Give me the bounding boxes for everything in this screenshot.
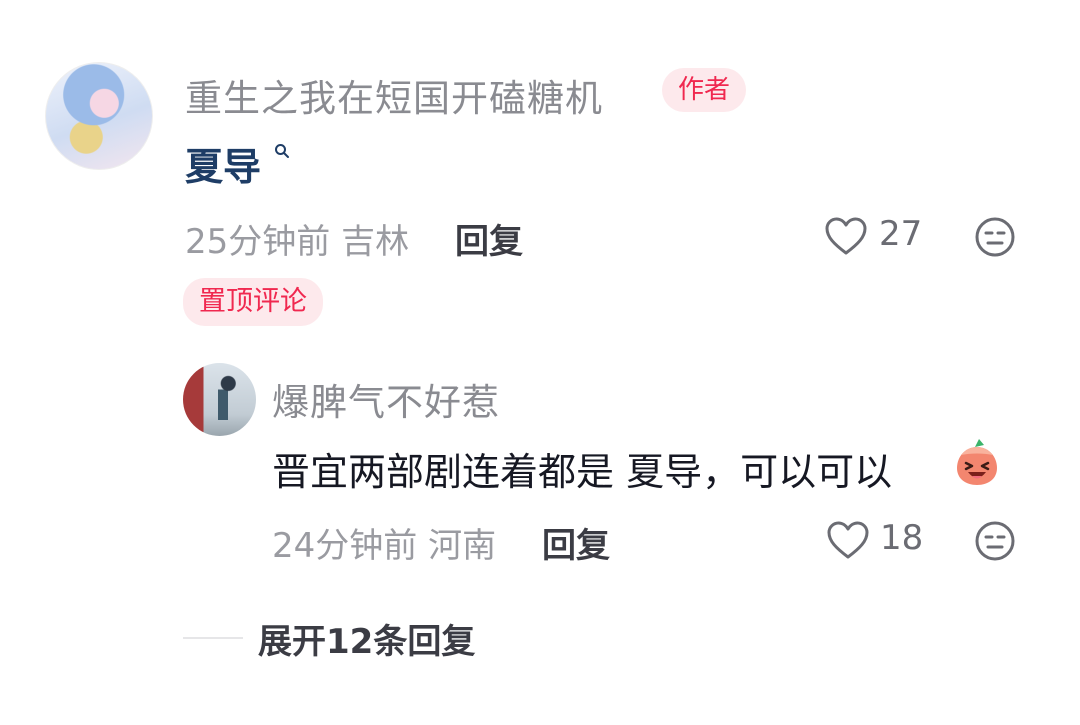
search-icon[interactable] (274, 143, 290, 159)
reply-username[interactable]: 爆脾气不好惹 (272, 372, 500, 426)
laughing-emoji-icon (953, 437, 1001, 487)
avatar[interactable] (45, 62, 153, 170)
reply-location: 河南 (428, 526, 497, 566)
reply-meta: 24分钟前 河南 (272, 518, 496, 567)
comment-meta: 25分钟前 吉林 (185, 214, 409, 263)
heart-icon[interactable] (826, 520, 870, 560)
dislike-face-icon[interactable] (974, 216, 1016, 258)
reply-text: 晋宜两部剧连着都是 夏导，可以可以 (272, 450, 893, 494)
dislike-face-icon[interactable] (974, 520, 1016, 562)
reply-button[interactable]: 回复 (455, 214, 523, 263)
reply-time: 24分钟前 (272, 526, 418, 566)
reply-avatar[interactable] (183, 363, 256, 436)
reply-like-count: 18 (880, 518, 924, 558)
comment-text-link[interactable]: 夏导 (185, 145, 261, 189)
heart-icon[interactable] (824, 216, 868, 256)
comment-location: 吉林 (341, 222, 410, 262)
comment-username[interactable]: 重生之我在短国开磕糖机 (185, 68, 603, 122)
comment-text: 夏导 (185, 136, 261, 191)
comment-time: 25分钟前 (185, 222, 331, 262)
divider (183, 637, 243, 639)
expand-replies-button[interactable]: 展开12条回复 (258, 614, 475, 663)
reply-reply-button[interactable]: 回复 (542, 518, 610, 567)
pinned-badge: 置顶评论 (183, 278, 323, 326)
author-badge: 作者 (662, 68, 747, 112)
like-count: 27 (879, 214, 923, 254)
